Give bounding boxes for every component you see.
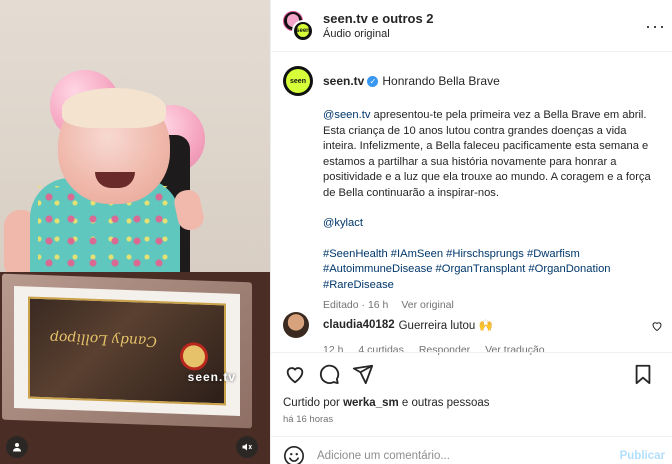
comment-text: Guerreira lutou 🙌 bbox=[398, 320, 493, 332]
comment-time: 12 h bbox=[323, 344, 344, 356]
verified-icon: ✓ bbox=[367, 75, 379, 87]
bookmark-icon[interactable] bbox=[631, 362, 655, 386]
mention-link[interactable]: @seen.tv bbox=[323, 109, 370, 121]
child-hair bbox=[62, 88, 166, 128]
emoji-icon[interactable] bbox=[283, 445, 305, 464]
hashtags[interactable]: #SeenHealth #IAmSeen #Hirschsprungs #Dwa… bbox=[323, 248, 611, 291]
divider bbox=[271, 436, 672, 437]
header-username[interactable]: seen.tv e outros 2 bbox=[323, 11, 434, 26]
certificate-seal bbox=[180, 341, 208, 371]
post-header: seen seen.tv e outros 2 Áudio original ·… bbox=[271, 0, 672, 52]
caption-title: Honrando Bella Brave bbox=[382, 74, 500, 88]
translation-link[interactable]: Ver tradução bbox=[485, 344, 545, 356]
heart-icon[interactable] bbox=[651, 320, 663, 335]
comment-input[interactable] bbox=[317, 450, 607, 462]
share-icon[interactable] bbox=[351, 362, 375, 386]
caption: seen seen.tv ✓ Honrando Bella Brave @see… bbox=[271, 52, 672, 311]
see-original-link[interactable]: Ver original bbox=[401, 299, 454, 311]
post-time: há 16 horas bbox=[283, 414, 334, 425]
comment: claudia40182 Guerreira lutou 🙌 12 h 4 cu… bbox=[283, 312, 663, 356]
post-image[interactable]: Candy Lollipop seen.tv bbox=[0, 0, 270, 464]
certificate: Candy Lollipop bbox=[28, 296, 226, 406]
certificate-frame: Candy Lollipop bbox=[2, 273, 252, 429]
avatar[interactable]: seen bbox=[283, 66, 313, 96]
comment-likes[interactable]: 4 curtidas bbox=[358, 344, 404, 356]
liked-by-user[interactable]: werka_sm bbox=[343, 397, 399, 409]
caption-text: apresentou-te pela primeira vez a Bella … bbox=[323, 109, 651, 199]
heart-icon[interactable] bbox=[283, 362, 307, 386]
caption-username[interactable]: seen.tv bbox=[323, 74, 364, 88]
comment-icon[interactable] bbox=[317, 362, 341, 386]
avatar: seen bbox=[292, 19, 314, 42]
mute-icon[interactable] bbox=[236, 436, 258, 458]
frame-mat: Candy Lollipop bbox=[14, 286, 240, 416]
mention-link[interactable]: @kylact bbox=[323, 217, 363, 229]
caption-meta: Editado · 16 h Ver original bbox=[323, 299, 660, 311]
liked-by[interactable]: Curtido por werka_sm e outras pessoas bbox=[283, 397, 490, 409]
edited-time: Editado · 16 h bbox=[323, 299, 389, 311]
caption-body: @seen.tv apresentou-te pela primeira vez… bbox=[323, 108, 659, 293]
post-details-panel: seen seen.tv e outros 2 Áudio original ·… bbox=[270, 0, 672, 464]
divider bbox=[271, 352, 672, 353]
collab-avatars[interactable]: seen bbox=[283, 10, 314, 42]
ellipsis-icon[interactable]: ··· bbox=[645, 16, 666, 37]
user-tag-icon[interactable] bbox=[6, 436, 28, 458]
add-comment-row: Publicar bbox=[283, 444, 665, 464]
certificate-text: Candy Lollipop bbox=[50, 329, 157, 350]
publish-button[interactable]: Publicar bbox=[620, 450, 665, 462]
avatar[interactable] bbox=[283, 312, 309, 338]
comment-username[interactable]: claudia40182 bbox=[323, 319, 395, 331]
watermark: seen.tv bbox=[187, 370, 236, 384]
action-bar bbox=[283, 362, 665, 386]
reply-button[interactable]: Responder bbox=[419, 344, 470, 356]
audio-label[interactable]: Áudio original bbox=[323, 28, 434, 40]
